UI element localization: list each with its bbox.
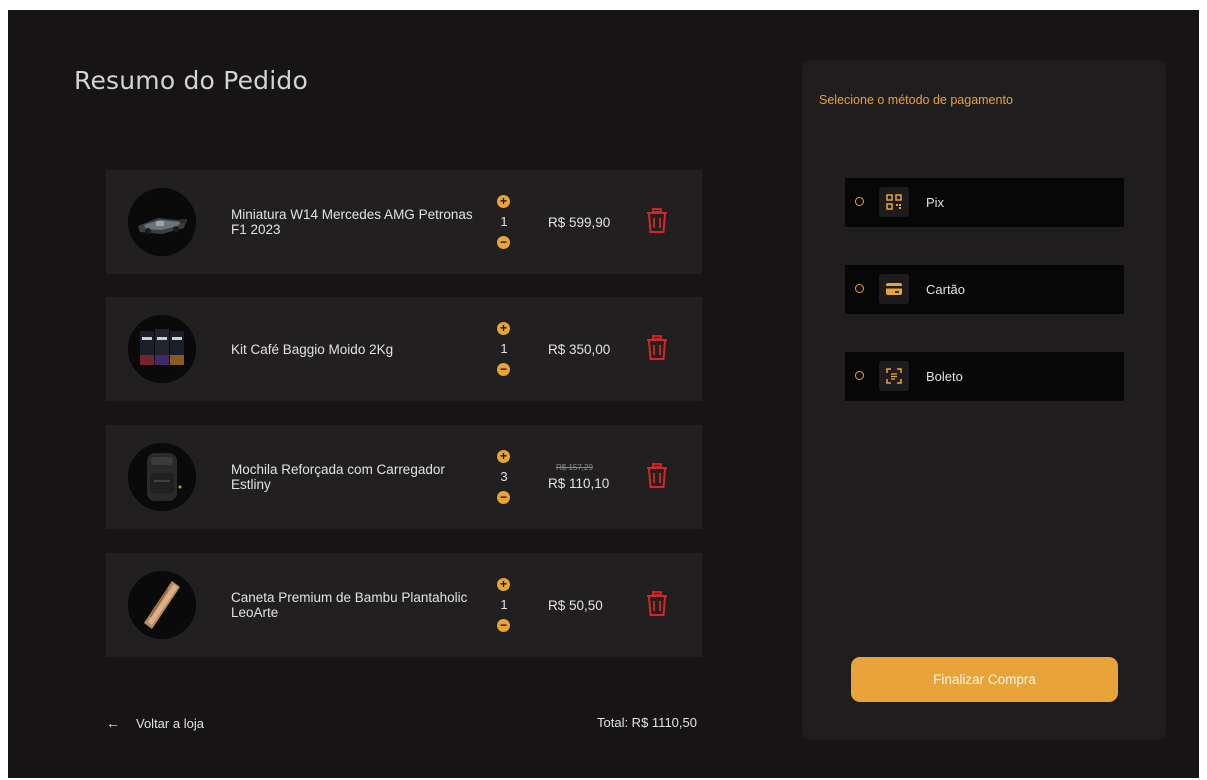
product-image (128, 443, 196, 511)
page-title: Resumo do Pedido (74, 66, 308, 95)
minus-icon[interactable]: − (497, 491, 510, 504)
quantity-stepper: + 1 − (496, 553, 512, 657)
order-total: Total: R$ 1110,50 (597, 715, 697, 730)
back-to-store-link[interactable]: ← Voltar a loja (106, 715, 204, 731)
plus-icon[interactable]: + (497, 322, 510, 335)
product-price: R$ 50,50 (548, 597, 603, 613)
product-price: R$ 350,00 (548, 341, 611, 357)
payment-option-boleto[interactable]: Boleto (845, 352, 1124, 401)
plus-icon[interactable]: + (497, 195, 510, 208)
payment-option-pix[interactable]: Pix (845, 178, 1124, 227)
product-price: R$ 110,10 (548, 476, 610, 491)
price-block: R$ 157,29 R$ 110,10 (548, 425, 609, 529)
quantity-value: 1 (500, 597, 508, 612)
plus-icon[interactable]: + (497, 578, 510, 591)
quantity-stepper: + 1 − (496, 170, 512, 274)
quantity-value: 1 (500, 214, 508, 229)
plus-icon[interactable]: + (497, 450, 510, 463)
cart-item-card: Mochila Reforçada com Carregador Estliny… (106, 425, 702, 529)
payment-option-card[interactable]: Cartão (845, 265, 1124, 314)
payment-option-label: Pix (926, 195, 945, 210)
arrow-left-icon: ← (106, 715, 120, 731)
trash-icon[interactable] (646, 208, 668, 234)
payment-option-label: Cartão (926, 282, 966, 297)
product-price: R$ 599,90 (548, 214, 611, 230)
minus-icon[interactable]: − (497, 363, 510, 376)
product-name: Caneta Premium de Bambu Plantaholic LeoA… (231, 590, 468, 620)
quantity-value: 1 (500, 341, 508, 356)
finalize-purchase-button[interactable]: Finalizar Compra (851, 657, 1118, 702)
credit-card-icon (879, 274, 909, 304)
trash-icon[interactable] (646, 591, 668, 617)
cart-item-card: Miniatura W14 Mercedes AMG Petronas F1 2… (106, 170, 702, 274)
back-to-store-label: Voltar a loja (136, 715, 204, 731)
trash-icon[interactable] (646, 463, 668, 489)
minus-icon[interactable]: − (497, 619, 510, 632)
price-block: R$ 350,00 (548, 297, 610, 401)
cart-item-card: Kit Café Baggio Moido 2Kg + 1 − R$ 350,0… (106, 297, 702, 401)
pix-qr-icon (879, 187, 909, 217)
price-block: R$ 50,50 (548, 553, 603, 657)
quantity-stepper: + 1 − (496, 297, 512, 401)
payment-option-label: Boleto (926, 369, 963, 384)
radio-button[interactable] (855, 371, 864, 380)
product-name: Miniatura W14 Mercedes AMG Petronas F1 2… (231, 207, 473, 237)
cart-item-card: Caneta Premium de Bambu Plantaholic LeoA… (106, 553, 702, 657)
product-image (128, 315, 196, 383)
radio-button[interactable] (855, 197, 864, 206)
old-price: R$ 157,29 (556, 463, 593, 472)
payment-panel-title: Selecione o método de pagamento (819, 93, 1013, 107)
quantity-value: 3 (500, 469, 508, 484)
payment-panel: Selecione o método de pagamento Pix Cart… (802, 60, 1166, 740)
product-image (128, 188, 196, 256)
radio-button[interactable] (855, 284, 864, 293)
app-window: Resumo do Pedido Miniatura W14 Mercedes … (8, 10, 1199, 778)
trash-icon[interactable] (646, 335, 668, 361)
product-image (128, 571, 196, 639)
minus-icon[interactable]: − (497, 236, 510, 249)
price-block: R$ 599,90 (548, 170, 610, 274)
product-name: Kit Café Baggio Moido 2Kg (231, 341, 394, 357)
barcode-scan-icon (879, 361, 909, 391)
product-name: Mochila Reforçada com Carregador Estliny (231, 462, 445, 492)
quantity-stepper: + 3 − (496, 425, 512, 529)
